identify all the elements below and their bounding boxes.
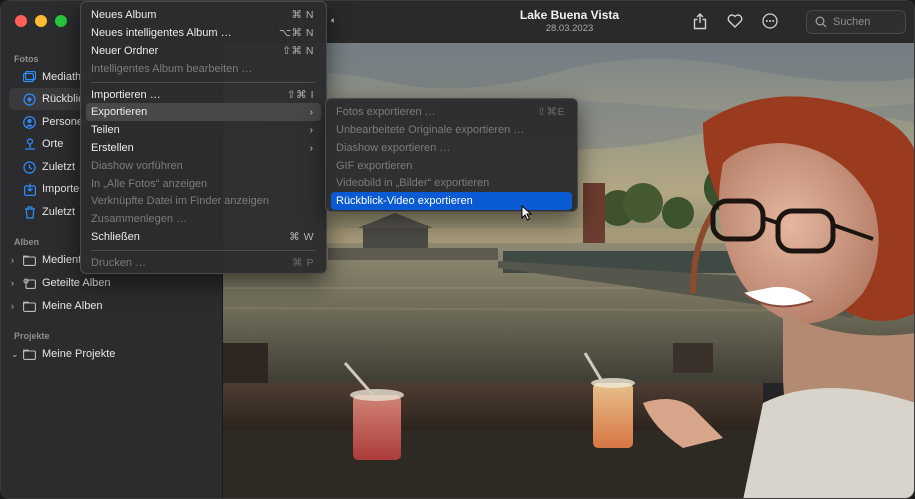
close-button[interactable] [15,15,27,27]
mouse-cursor-icon [521,204,533,226]
chevron-right-icon: › [309,106,313,118]
menu-item-label: Verknüpfte Datei im Finder anzeigen [91,195,269,207]
photos-window: Fotos Mediathek Rückblicke Personen Orte [0,0,915,499]
menu-separator [91,250,316,251]
menu-item-label: In „Alle Fotos“ anzeigen [91,178,208,190]
menu-item-diashow-vorfuehren: Diashow vorführen [86,157,321,175]
menu-item-label: Drucken … [91,257,147,269]
menu-item-label: Zusammenlegen … [91,213,187,225]
more-icon[interactable] [761,12,779,30]
sidebar-item-label: Meine Projekte [42,348,116,360]
menu-item-label: Exportieren [91,106,148,118]
chevron-right-icon[interactable]: › [11,255,21,265]
menu-item-label: Diashow exportieren … [336,142,451,154]
menu-item-schliessen[interactable]: Schließen ⌘ W [86,228,321,246]
menu-item-intelligentes-album-bearbeiten: Intelligentes Album bearbeiten … [86,60,321,78]
menu-item-neues-intelligentes-album[interactable]: Neues intelligentes Album … ⌥⌘ N [86,24,321,42]
sidebar-item-label: Meine Alben [42,300,103,312]
imports-icon [23,183,36,196]
menu-item-erstellen[interactable]: Erstellen › [86,139,321,157]
menu-item-label: Fotos exportieren … [336,106,436,118]
search-icon [815,16,827,28]
speaker-icon[interactable]: 🔈︎ [331,15,336,26]
menu-item-label: Unbearbeitete Originale exportieren … [336,124,525,136]
menu-shortcut: ⇧⌘ N [282,45,314,57]
menu-item-fotos-exportieren: Fotos exportieren … ⇧⌘E [331,103,572,121]
photos-library-icon [23,71,36,84]
sidebar-item-label: Zuletzt [42,161,76,173]
heart-icon[interactable] [726,12,744,30]
menu-shortcut: ⇧⌘E [537,106,565,118]
menu-item-label: Videobild in „Bilder“ exportieren [336,177,490,189]
menu-item-label: Neuer Ordner [91,45,159,57]
minimize-button[interactable] [35,15,47,27]
menu-item-in-alle-fotos-anzeigen: In „Alle Fotos“ anzeigen [86,175,321,193]
sidebar-item-meine-projekte[interactable]: ⌄ Meine Projekte [9,343,215,365]
sidebar-item-geteilte-alben[interactable]: › Geteilte Alben [9,272,215,294]
memories-icon [23,92,36,106]
menu-shortcut: ⇧⌘ I [286,89,314,101]
menu-item-neuer-ordner[interactable]: Neuer Ordner ⇧⌘ N [86,42,321,60]
section-header-alben: Alben [14,237,40,247]
sidebar-item-label: Orte [42,138,64,150]
share-icon[interactable] [691,12,709,30]
window-controls [15,15,67,27]
menu-item-label: Rückblick-Video exportieren [336,195,473,207]
menu-item-unbearbeitete-originale-exportieren: Unbearbeitete Originale exportieren … [331,121,572,139]
menu-item-label: Importieren … [91,89,161,101]
folder-icon [23,300,36,313]
menu-shortcut: ⌘ P [292,257,314,269]
places-icon [23,137,36,151]
menu-item-teilen[interactable]: Teilen › [86,121,321,139]
menu-item-label: Neues Album [91,9,157,21]
menu-item-zusammenlegen: Zusammenlegen … [86,210,321,228]
menu-separator [91,82,316,83]
menu-shortcut: ⌘ N [291,9,314,21]
recently-deleted-icon [23,205,36,219]
menu-item-label: Teilen [91,124,120,136]
menu-item-label: Schließen [91,231,140,243]
sidebar-item-label: Importe [42,183,80,195]
menu-item-verknuepfte-datei: Verknüpfte Datei im Finder anzeigen [86,192,321,210]
section-header-projekte: Projekte [14,331,50,341]
section-header-fotos: Fotos [14,54,39,64]
chevron-down-icon[interactable]: ⌄ [11,349,21,360]
file-menu: Neues Album ⌘ N Neues intelligentes Albu… [80,1,327,274]
chevron-right-icon: › [309,142,313,154]
menu-item-importieren[interactable]: Importieren … ⇧⌘ I [86,86,321,104]
search-placeholder: Suchen [833,16,871,28]
menu-item-drucken: Drucken … ⌘ P [86,254,321,272]
shared-albums-icon [23,277,36,290]
chevron-right-icon[interactable]: › [11,301,21,311]
sidebar-item-meine-alben[interactable]: › Meine Alben [9,295,215,317]
folder-icon [23,254,36,267]
menu-item-rueckblick-video-exportieren[interactable]: Rückblick-Video exportieren [331,192,572,210]
sidebar-item-label: Zuletzt [42,206,76,218]
chevron-right-icon[interactable]: › [11,278,21,288]
recent-icon [23,160,36,174]
export-submenu: Fotos exportieren … ⇧⌘E Unbearbeitete Or… [325,98,578,212]
chevron-right-icon: › [309,124,313,136]
search-field[interactable]: Suchen [806,10,906,34]
folder-icon [23,348,36,361]
menu-item-diashow-exportieren: Diashow exportieren … [331,139,572,157]
menu-item-label: Intelligentes Album bearbeiten … [91,63,253,75]
menu-item-label: GIF exportieren [336,160,413,172]
people-icon [23,115,36,129]
sidebar-item-label: Geteilte Alben [42,277,111,289]
menu-shortcut: ⌥⌘ N [278,27,314,39]
zoom-button[interactable] [55,15,67,27]
menu-item-exportieren[interactable]: Exportieren › [86,103,321,121]
menu-item-neues-album[interactable]: Neues Album ⌘ N [86,6,321,24]
menu-item-videobild-exportieren: Videobild in „Bilder“ exportieren [331,174,572,192]
menu-item-gif-exportieren: GIF exportieren [331,157,572,175]
menu-item-label: Diashow vorführen [91,160,183,172]
menu-item-label: Neues intelligentes Album … [91,27,232,39]
menu-shortcut: ⌘ W [289,231,314,243]
menu-item-label: Erstellen [91,142,134,154]
